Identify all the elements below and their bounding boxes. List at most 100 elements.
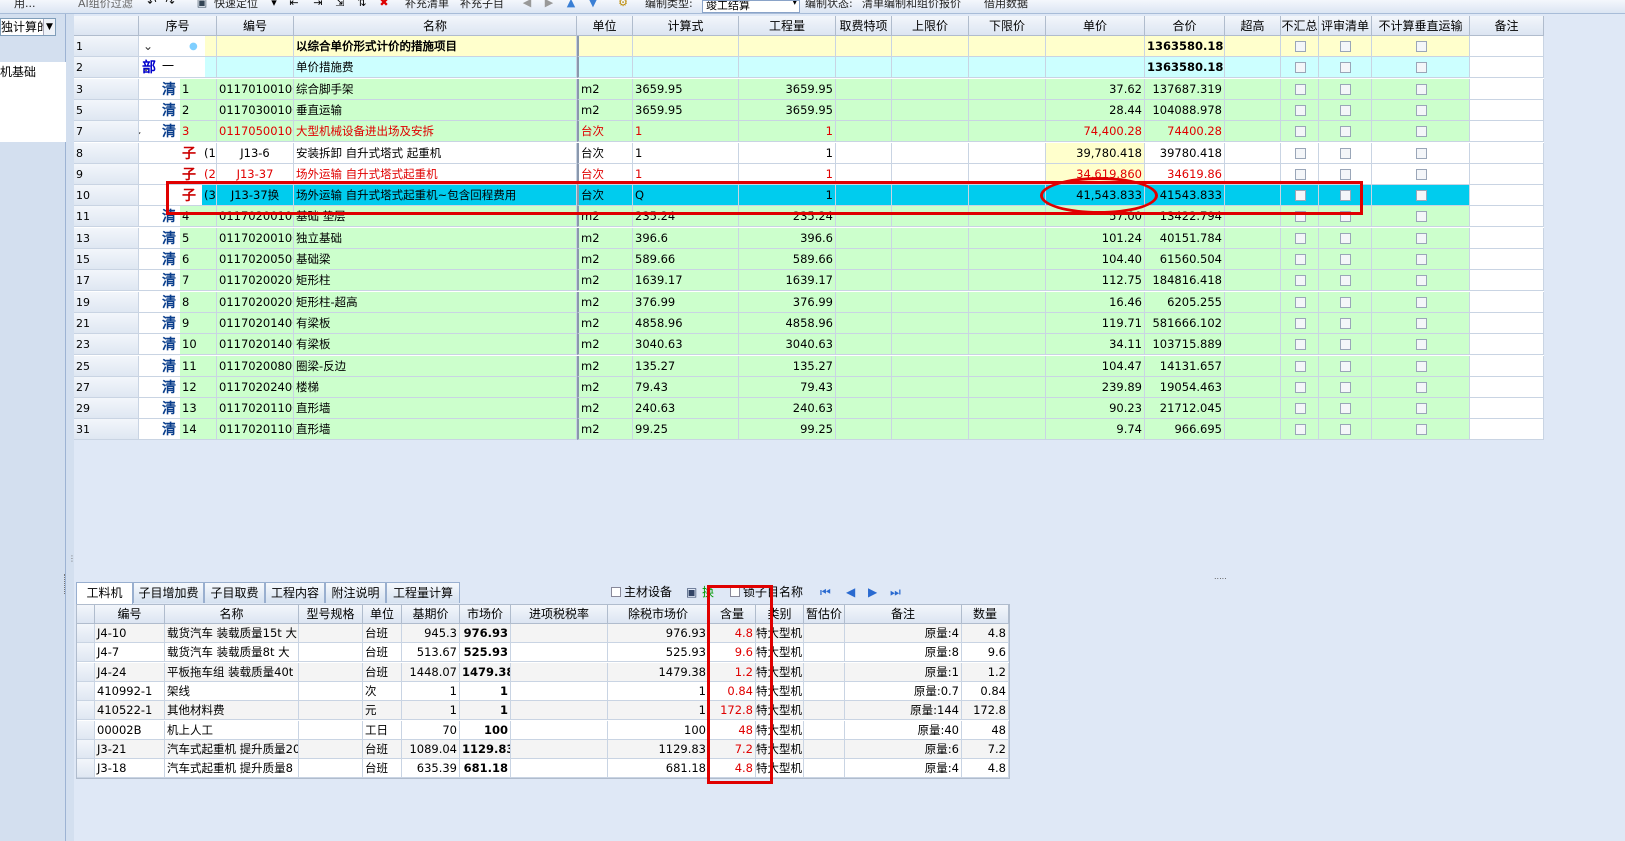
formula-cell[interactable]: 1 [633, 142, 739, 164]
resource-tax-cell[interactable] [511, 681, 608, 701]
remark-cell[interactable] [1470, 185, 1544, 207]
checkbox[interactable] [1415, 275, 1427, 287]
resource-base-cell[interactable]: 635.39 [402, 759, 460, 778]
unit-cell[interactable]: m2 [577, 312, 633, 334]
quantity-cell[interactable]: 1 [739, 163, 836, 185]
horizontal-splitter-handle[interactable]: ..... [1214, 572, 1227, 581]
fee-item-cell[interactable] [836, 376, 892, 398]
checkbox[interactable] [1340, 403, 1351, 415]
col-header[interactable]: 工程量 [739, 16, 836, 36]
total-price-cell[interactable]: 61560.504 [1145, 249, 1225, 270]
resource-base-cell[interactable]: 1 [402, 701, 460, 721]
level-down-icon[interactable]: ⇲ [334, 0, 346, 9]
compile-type-select[interactable]: 竣工结算 ▾ [702, 0, 800, 13]
remark-cell[interactable] [1470, 398, 1544, 420]
lower-limit-cell[interactable] [969, 334, 1046, 356]
checkbox-cell[interactable] [1319, 355, 1372, 377]
height-cell[interactable] [1225, 78, 1281, 100]
name-cell[interactable]: 基础梁 [294, 249, 577, 270]
total-price-cell[interactable]: 104088.978 [1145, 99, 1225, 121]
resource-unit-cell[interactable]: 台班 [363, 662, 402, 682]
checkbox-cell[interactable] [1372, 227, 1470, 249]
checkbox[interactable] [1294, 232, 1306, 244]
col-header[interactable]: 进项税税率 [511, 605, 608, 624]
resource-spec-cell[interactable] [299, 739, 363, 759]
total-price-cell[interactable]: 6205.255 [1145, 291, 1225, 313]
fee-item-cell[interactable] [836, 419, 892, 440]
resource-unit-cell[interactable]: 工日 [363, 720, 402, 740]
code-cell[interactable]: 011702001002 [217, 227, 294, 249]
checkbox-cell[interactable] [1281, 249, 1319, 270]
formula-cell[interactable]: 240.63 [633, 398, 739, 420]
lower-limit-cell[interactable] [969, 376, 1046, 398]
resource-amount-cell[interactable]: 48 [962, 720, 1009, 740]
lower-limit-cell[interactable] [969, 121, 1046, 143]
resource-base-cell[interactable]: 1448.07 [402, 662, 460, 682]
upper-limit-cell[interactable] [892, 57, 969, 79]
height-cell[interactable] [1225, 376, 1281, 398]
resource-spec-cell[interactable] [299, 701, 363, 721]
last-page-icon[interactable]: ⏭ [890, 582, 901, 602]
total-price-cell[interactable]: 21712.045 [1145, 398, 1225, 420]
checkbox-cell[interactable] [1372, 185, 1470, 207]
remark-cell[interactable] [1470, 419, 1544, 440]
resource-name-cell[interactable]: 载货汽车 装载质量8t 大 [165, 643, 299, 663]
code-cell[interactable]: 011702008001 [217, 355, 294, 377]
fee-item-cell[interactable] [836, 99, 892, 121]
checkbox[interactable] [1415, 147, 1427, 159]
formula-cell[interactable]: 376.99 [633, 291, 739, 313]
arrow-up-icon[interactable]: ▲ [565, 0, 577, 9]
tab-sub-surcharge[interactable]: 子目增加费 [133, 582, 204, 603]
table-row[interactable]: 15›清6011702005001基础梁m2589.66589.66104.40… [74, 249, 1544, 270]
unit-price-cell[interactable]: 74,400.28 [1046, 121, 1145, 143]
col-header[interactable]: 不计算垂直运输 [1372, 16, 1470, 36]
unit-cell[interactable]: m2 [577, 291, 633, 313]
col-header[interactable]: 编号 [217, 16, 294, 36]
table-row[interactable]: 2 ⌄ 部一单价措施费 1363580.183 [74, 57, 1544, 79]
checkbox[interactable] [1415, 211, 1427, 223]
table-row[interactable]: 27›清12011702024001楼梯m279.4379.43239.8919… [74, 376, 1544, 398]
resource-qty-cell[interactable]: 1.2 [709, 662, 756, 682]
col-header[interactable]: 合价 [1145, 16, 1225, 36]
checkbox[interactable] [1340, 232, 1351, 244]
unit-price-cell[interactable]: 119.71 [1046, 312, 1145, 334]
screen-icon[interactable]: ▣ [686, 582, 697, 602]
name-cell[interactable]: 以综合单价形式计价的措施项目 [294, 36, 577, 57]
lower-limit-cell[interactable] [969, 355, 1046, 377]
lower-limit-cell[interactable] [969, 78, 1046, 100]
upper-limit-cell[interactable] [892, 185, 969, 207]
unit-cell[interactable]: m2 [577, 249, 633, 270]
checkbox[interactable] [1415, 104, 1427, 116]
resource-spec-cell[interactable] [299, 681, 363, 701]
total-price-cell[interactable]: 581666.102 [1145, 312, 1225, 334]
formula-cell[interactable]: 99.25 [633, 419, 739, 440]
code-cell[interactable] [217, 36, 294, 57]
resource-note-cell[interactable]: 原量:6 [845, 739, 962, 759]
unit-cell[interactable]: m2 [577, 376, 633, 398]
resource-row[interactable]: J4-24 平板拖车组 装载质量40t 台班 1448.07 1479.38 1479.3… [77, 662, 1009, 682]
checkbox[interactable] [1294, 339, 1306, 351]
name-cell[interactable]: 基础 垫层 [294, 206, 577, 228]
name-cell[interactable]: 有梁板 [294, 334, 577, 356]
quantity-cell[interactable]: 1639.17 [739, 270, 836, 292]
height-cell[interactable] [1225, 57, 1281, 79]
unit-cell[interactable]: m2 [577, 206, 633, 228]
code-cell[interactable]: J13-6 [217, 142, 294, 164]
resource-tax-cell[interactable] [511, 624, 608, 643]
seq-number[interactable]: 10 [180, 334, 217, 356]
resource-market-cell[interactable]: 1479.38 [460, 662, 511, 682]
checkbox-cell[interactable] [1281, 142, 1319, 164]
checkbox[interactable] [1294, 381, 1306, 393]
upper-limit-cell[interactable] [892, 78, 969, 100]
quantity-cell[interactable]: 1 [739, 121, 836, 143]
height-cell[interactable] [1225, 355, 1281, 377]
resource-name-cell[interactable]: 汽车式起重机 提升质量20 [165, 739, 299, 759]
checkbox-cell[interactable] [1372, 398, 1470, 420]
resource-note-cell[interactable]: 原量:4 [845, 624, 962, 643]
col-header[interactable]: 型号规格 [299, 605, 363, 624]
col-header[interactable]: 序号 [139, 16, 217, 36]
resource-unit-cell[interactable]: 元 [363, 701, 402, 721]
fee-item-cell[interactable] [836, 121, 892, 143]
resource-market-cell[interactable]: 1 [460, 681, 511, 701]
checkbox[interactable] [1340, 424, 1351, 436]
